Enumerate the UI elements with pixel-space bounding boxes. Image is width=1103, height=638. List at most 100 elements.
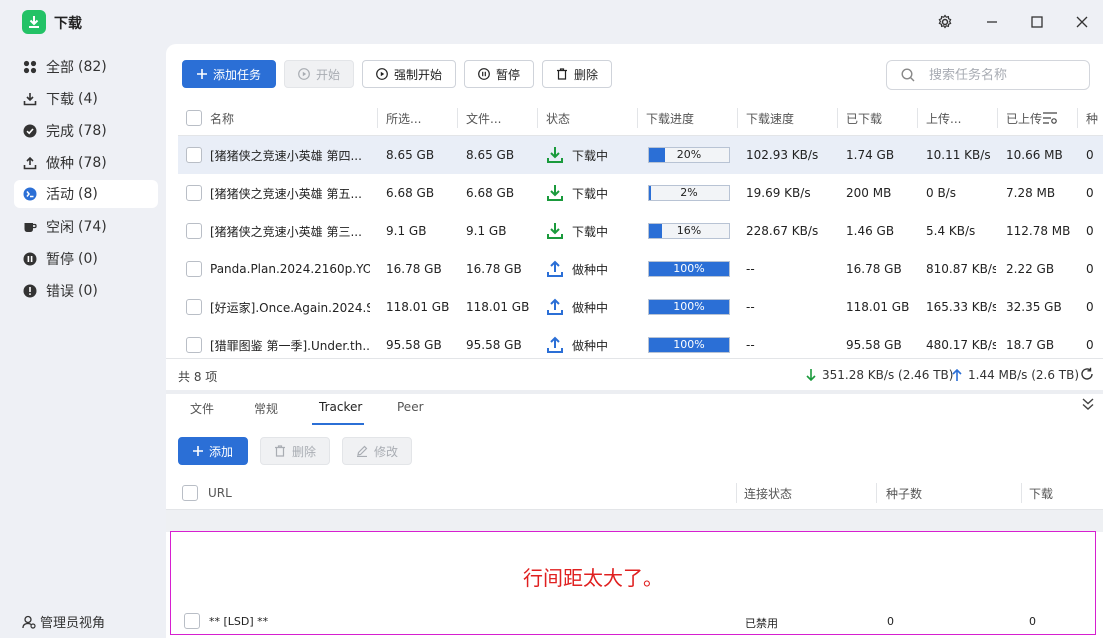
sidebar-item-all[interactable]: 全部 (82) <box>14 53 158 81</box>
col-download-speed[interactable]: 下载速度 <box>746 100 794 136</box>
sidebar-item-count: (78) <box>78 155 107 171</box>
cell-uploaded: 2.22 GB <box>1006 262 1055 276</box>
delete-tracker-label: 删除 <box>291 444 316 459</box>
search-input[interactable] <box>929 67 1079 83</box>
settings-gear-icon[interactable] <box>935 12 955 32</box>
progress-bar: 100% <box>648 337 730 353</box>
row-checkbox[interactable] <box>186 136 202 174</box>
sidebar-item-error[interactable]: 错误 (0) <box>14 277 158 305</box>
edit-tracker-label: 修改 <box>373 444 398 459</box>
tab-tracker[interactable]: Tracker <box>319 400 362 414</box>
pause-button[interactable]: 暂停 <box>464 60 534 88</box>
table-row[interactable]: [猪猪侠之竞速小英雄 第四... 8.65 GB 8.65 GB 102.93 KB/… <box>178 136 1103 174</box>
col-seed-count[interactable]: 种子数 <box>886 476 922 510</box>
progress-text: 100% <box>673 262 705 275</box>
close-icon[interactable] <box>1072 12 1092 32</box>
sidebar-item-idle[interactable]: 空闲 (74) <box>14 213 158 241</box>
col-file-size[interactable]: 文件... <box>466 100 501 136</box>
edit-tracker-button[interactable]: 修改 <box>342 437 412 465</box>
upload-icon <box>22 155 38 171</box>
table-row[interactable]: [猎罪图鉴 第一季].Under.th... 95.58 GB 95.58 GB --… <box>178 326 1103 358</box>
start-label: 开始 <box>315 67 340 82</box>
search-box[interactable] <box>886 60 1090 90</box>
col-upload-speed[interactable]: 上传... <box>926 100 961 136</box>
sidebar-item-download[interactable]: 下载 (4) <box>14 85 158 113</box>
cell-seeds: 0 <box>1086 338 1094 352</box>
tracker-select-all-checkbox[interactable] <box>182 476 198 510</box>
toolbar: 添加任务 开始 强制开始 暂停 删除 <box>166 44 1103 100</box>
col-seeds[interactable]: 种 <box>1086 100 1098 136</box>
row-checkbox[interactable] <box>186 212 202 250</box>
active-tab-indicator <box>312 423 364 425</box>
tab-general[interactable]: 常规 <box>254 400 278 417</box>
sidebar-item-active[interactable]: 活动 (8) <box>14 180 158 208</box>
col-progress[interactable]: 下载进度 <box>646 100 694 136</box>
col-url[interactable]: URL <box>208 476 232 510</box>
col-download-count[interactable]: 下载 <box>1029 476 1053 510</box>
status-text: 做种中 <box>572 262 609 277</box>
table-row[interactable]: [猪猪侠之竞速小英雄 第五... 6.68 GB 6.68 GB 19.69 KB/s… <box>178 174 1103 212</box>
add-task-button[interactable]: 添加任务 <box>182 60 276 88</box>
progress-bar: 16% <box>648 223 730 239</box>
col-downloaded[interactable]: 已下载 <box>846 100 882 136</box>
status-bar: 共 8 项 351.28 KB/s (2.46 TB) 1.44 MB/s (2… <box>166 358 1103 390</box>
pause-circle-icon <box>22 251 38 267</box>
delete-button[interactable]: 删除 <box>542 60 612 88</box>
row-checkbox[interactable] <box>186 250 202 288</box>
sidebar-item-count: (8) <box>78 186 98 202</box>
col-status[interactable]: 状态 <box>546 100 570 136</box>
add-tracker-button[interactable]: 添加 <box>178 437 248 465</box>
minimize-icon[interactable] <box>982 12 1002 32</box>
sidebar-item-count: (74) <box>78 219 107 235</box>
cell-downloaded: 16.78 GB <box>846 262 902 276</box>
force-start-button[interactable]: 强制开始 <box>362 60 456 88</box>
col-uploaded[interactable]: 已上传 <box>1006 100 1042 136</box>
column-settings-icon[interactable] <box>1042 100 1058 136</box>
admin-view-toggle[interactable]: 管理员视角 <box>22 612 105 631</box>
row-checkbox[interactable] <box>186 288 202 326</box>
cell-selected: 8.65 GB <box>386 148 435 162</box>
tab-peer[interactable]: Peer <box>397 400 424 414</box>
row-spacing-gap <box>166 510 1103 532</box>
detail-tabs: 文件 常规 Tracker Peer <box>166 394 1103 428</box>
row-checkbox[interactable] <box>186 326 202 358</box>
sidebar-item-label: 暂停 <box>46 252 74 268</box>
sidebar-item-complete[interactable]: 完成 (78) <box>14 117 158 145</box>
cell-selected: 6.68 GB <box>386 186 435 200</box>
select-all-checkbox[interactable] <box>186 100 202 136</box>
refresh-icon[interactable] <box>1080 367 1094 381</box>
tracker-row-checkbox[interactable] <box>184 613 200 629</box>
col-name[interactable]: 名称 <box>210 100 234 136</box>
sidebar-item-seeding[interactable]: 做种 (78) <box>14 149 158 177</box>
progress-text: 2% <box>680 186 698 199</box>
task-count: 共 8 项 <box>178 370 218 384</box>
row-checkbox[interactable] <box>186 174 202 212</box>
delete-tracker-button[interactable]: 删除 <box>260 437 330 465</box>
table-row[interactable]: Panda.Plan.2024.2160p.YOU... 16.78 GB 16.7… <box>178 250 1103 288</box>
maximize-icon[interactable] <box>1027 12 1047 32</box>
collapse-chevrons-icon[interactable] <box>1082 397 1094 411</box>
cell-progress: 100% <box>648 326 730 358</box>
progress-text: 100% <box>673 338 705 351</box>
table-row[interactable]: [猪猪侠之竞速小英雄 第三... 9.1 GB 9.1 GB 228.67 KB/s 1… <box>178 212 1103 250</box>
cell-file: 118.01 GB <box>466 300 530 314</box>
tab-files[interactable]: 文件 <box>190 400 214 417</box>
cell-down-speed: 102.93 KB/s <box>746 148 819 162</box>
sidebar-item-count: (0) <box>78 283 98 299</box>
pencil-icon <box>356 445 368 457</box>
cell-name: [猎罪图鉴 第一季].Under.th... <box>210 338 370 353</box>
cell-selected: 118.01 GB <box>386 300 450 314</box>
tracker-row[interactable]: ** [LSD] ** 已禁用 0 0 <box>171 610 1095 634</box>
cell-downloaded: 1.46 GB <box>846 224 895 238</box>
col-connection-state[interactable]: 连接状态 <box>744 476 792 510</box>
pause-circle-icon <box>478 68 490 80</box>
cell-name: [好运家].Once.Again.2024.S... <box>210 300 370 315</box>
sidebar-item-paused[interactable]: 暂停 (0) <box>14 245 158 273</box>
cell-down-speed: -- <box>746 338 755 352</box>
cell-name: [猪猪侠之竞速小英雄 第五... <box>210 186 362 201</box>
start-button[interactable]: 开始 <box>284 60 354 88</box>
table-row[interactable]: [好运家].Once.Again.2024.S... 118.01 GB 118.0… <box>178 288 1103 326</box>
cell-file: 8.65 GB <box>466 148 515 162</box>
sidebar-item-label: 做种 <box>46 156 74 172</box>
col-selected-size[interactable]: 所选... <box>386 100 421 136</box>
